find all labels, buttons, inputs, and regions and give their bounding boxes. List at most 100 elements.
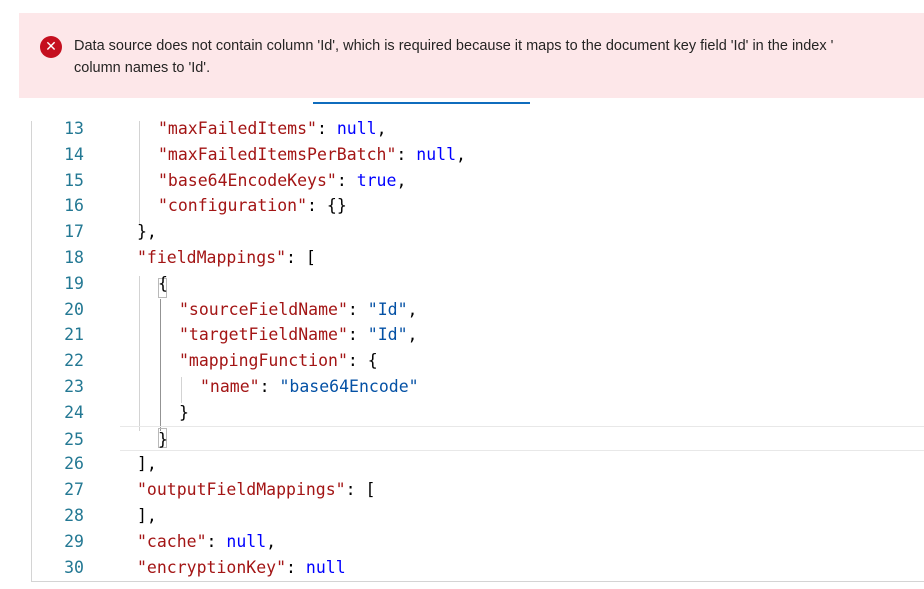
code-text: "base64EncodeKeys": true,: [158, 168, 406, 194]
line-number: 25: [64, 429, 84, 449]
json-punctuation: ,: [407, 325, 418, 345]
line-number: 26: [64, 454, 84, 474]
line-number: 29: [64, 531, 84, 551]
line-number: 20: [64, 299, 84, 319]
json-punctuation: ,: [407, 299, 418, 319]
line-number: 16: [64, 196, 84, 216]
code-line[interactable]: 19 {: [32, 271, 924, 297]
json-punctuation: ,: [456, 144, 466, 164]
code-line[interactable]: 22 "mappingFunction": {: [32, 348, 924, 374]
json-key: "maxFailedItemsPerBatch": [158, 144, 397, 164]
json-punctuation: :: [347, 325, 368, 345]
code-line[interactable]: 20 "sourceFieldName": "Id",: [32, 297, 924, 323]
json-punctuation: ,: [396, 170, 407, 190]
json-punctuation: ,: [376, 121, 387, 138]
line-number: 28: [64, 506, 84, 525]
json-key: "mappingFunction": [179, 351, 348, 371]
line-number: 21: [64, 325, 84, 345]
code-text: "configuration": {}: [158, 193, 347, 219]
active-tab-indicator[interactable]: [313, 102, 530, 104]
code-line[interactable]: 24}: [32, 400, 924, 426]
json-literal: null: [305, 557, 346, 577]
json-string: "Id": [367, 325, 408, 345]
json-key: "sourceFieldName": [179, 299, 348, 319]
code-line[interactable]: 15 "base64EncodeKeys": true,: [32, 168, 924, 194]
json-key: "maxFailedItems": [158, 121, 317, 138]
code-text: "outputFieldMappings": [: [137, 477, 375, 503]
code-line[interactable]: 13 "maxFailedItems": null,: [32, 121, 924, 142]
code-text: }: [179, 400, 189, 426]
line-number: 14: [64, 144, 84, 164]
json-punctuation: :: [336, 170, 357, 190]
json-key: "cache": [137, 531, 207, 551]
code-text: "sourceFieldName": "Id",: [179, 297, 417, 323]
json-code-editor[interactable]: 13 "maxFailedItems": null, 14 "maxFailedIte…: [31, 121, 924, 582]
line-number: 15: [64, 170, 84, 190]
json-punctuation: },: [137, 222, 157, 242]
json-punctuation: : {}: [307, 196, 347, 216]
code-text: "name": "base64Encode": [200, 374, 419, 400]
json-punctuation: :: [286, 557, 306, 577]
error-message: Data source does not contain column 'Id'…: [74, 35, 924, 79]
code-text: }: [158, 427, 168, 453]
json-punctuation: :: [396, 144, 417, 164]
code-line[interactable]: 21 "targetFieldName": "Id",: [32, 322, 924, 348]
code-text: "cache": null,: [137, 529, 276, 555]
code-line[interactable]: 16 "configuration": {}: [32, 193, 924, 219]
code-line[interactable]: 18 "fieldMappings": [: [32, 245, 924, 271]
code-line[interactable]: 23 "name": "base64Encode": [32, 374, 924, 400]
code-text: },: [137, 219, 157, 245]
json-literal: null: [416, 144, 457, 164]
json-punctuation: ,: [266, 531, 277, 551]
json-punctuation: :: [206, 531, 227, 551]
line-number: 18: [64, 248, 84, 267]
line-number: 30: [64, 557, 84, 577]
json-punctuation: :: [316, 121, 337, 138]
code-text: "maxFailedItemsPerBatch": null,: [158, 142, 466, 168]
code-text: "mappingFunction": {: [179, 348, 378, 374]
code-line[interactable]: 30 "encryptionKey": null: [32, 555, 924, 581]
error-message-line-2: column names to 'Id'.: [74, 60, 211, 76]
error-circle-icon: ✕: [40, 36, 62, 58]
json-punctuation: ],: [137, 454, 157, 474]
code-line[interactable]: 28],: [32, 503, 924, 529]
json-key: "encryptionKey": [137, 557, 287, 577]
code-text: "encryptionKey": null: [137, 555, 346, 581]
json-punctuation: :: [259, 377, 280, 396]
code-text: "targetFieldName": "Id",: [179, 322, 417, 348]
code-line[interactable]: 29 "cache": null,: [32, 529, 924, 555]
line-number: 23: [64, 377, 84, 396]
json-key: "base64EncodeKeys": [158, 170, 337, 190]
code-line[interactable]: 25}: [64, 425, 924, 453]
json-literal: null: [226, 531, 267, 551]
page: ✕ Data source does not contain column 'I…: [0, 0, 924, 589]
code-line[interactable]: 27 "outputFieldMappings": [: [32, 477, 924, 503]
json-punctuation: : {: [347, 351, 378, 371]
json-punctuation: }: [179, 402, 189, 422]
code-line[interactable]: 14 "maxFailedItemsPerBatch": null,: [32, 142, 924, 168]
code-line[interactable]: 26],: [32, 451, 924, 477]
json-punctuation: ],: [137, 506, 157, 525]
json-punctuation: }: [158, 429, 168, 449]
json-literal: true: [356, 170, 397, 190]
code-text: "maxFailedItems": null,: [158, 121, 387, 142]
code-text: ],: [137, 451, 157, 477]
line-number: 24: [64, 402, 84, 422]
error-message-bar: ✕ Data source does not contain column 'I…: [19, 13, 924, 98]
code-line[interactable]: 17},: [32, 219, 924, 245]
code-text: {: [158, 271, 168, 297]
line-number: 17: [64, 222, 84, 242]
json-string: "Id": [367, 299, 408, 319]
json-key: "name": [200, 377, 260, 396]
line-number: 27: [64, 480, 84, 500]
json-key: "outputFieldMappings": [137, 480, 346, 500]
line-number: 22: [64, 351, 84, 371]
json-key: "configuration": [158, 196, 308, 216]
error-message-line-1: Data source does not contain column 'Id'…: [74, 38, 834, 54]
json-literal: null: [336, 121, 377, 138]
json-punctuation: : [: [345, 480, 376, 500]
json-punctuation: {: [158, 273, 168, 293]
code-text: ],: [137, 503, 157, 529]
json-key: "fieldMappings": [137, 248, 287, 267]
json-string: "base64Encode": [279, 377, 419, 396]
